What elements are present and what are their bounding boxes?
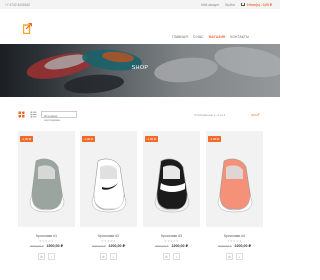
old-price: 3000,00 ₽	[217, 244, 232, 248]
search-icon: ⌕	[112, 254, 115, 259]
product-name[interactable]: Кроссовки #4	[206, 234, 263, 238]
cart-icon: ⊘	[165, 254, 168, 259]
cart-icon: ⊘	[228, 254, 231, 259]
sneaker-icon	[29, 158, 65, 213]
nav-contacts[interactable]: Контакты	[230, 35, 249, 39]
list-view-icon[interactable]	[30, 111, 37, 118]
cart-icon: ⊘	[40, 254, 43, 259]
sale-price: 2200,00 ₽	[171, 244, 189, 248]
chevron-down-icon[interactable]: ▾	[258, 112, 260, 116]
cart-icon	[240, 3, 245, 6]
nav-home[interactable]: Главная	[172, 35, 188, 39]
product-actions: ⊘ ⌕	[80, 253, 137, 260]
result-count: Отображение 1–4 из 4	[194, 113, 226, 117]
product-price: 3000,00 ₽ 2200,00 ₽	[143, 244, 200, 248]
product-card[interactable]: -1,00 ₽ Кроссовки #3 ★★★★★ 3000,00 ₽ 220…	[143, 131, 200, 271]
sale-badge: -1,00 ₽	[208, 136, 221, 142]
sale-price: 2200,00 ₽	[108, 244, 126, 248]
logout-link[interactable]: Выйти	[225, 3, 234, 7]
product-image[interactable]: -1,00 ₽	[18, 131, 75, 227]
product-name[interactable]: Кроссовки #1	[18, 234, 75, 238]
sale-badge: -1,00 ₽	[145, 136, 158, 142]
product-actions: ⊘ ⌕	[143, 253, 200, 260]
quick-view-button[interactable]: ⌕	[48, 253, 55, 260]
product-actions: ⊘ ⌕	[206, 253, 263, 260]
quick-view-button[interactable]: ⌕	[236, 253, 243, 260]
top-utility-bar: +7 4742 4446160 Мой аккаунт Выйти 0 item…	[0, 0, 280, 9]
sale-badge: -1,00 ₽	[82, 136, 95, 142]
quick-view-button[interactable]: ⌕	[173, 253, 180, 260]
shop-toolbar: Исходная сортировка Отображение 1–4 из 4…	[0, 108, 280, 124]
sort-select[interactable]: Исходная сортировка	[41, 111, 77, 122]
hero-banner: SHOP	[0, 44, 280, 97]
sneaker-icon	[217, 158, 253, 213]
top-links: Мой аккаунт Выйти 0 item(s) - 0,00 ₽	[201, 3, 272, 7]
grid-view-icon[interactable]	[18, 111, 25, 118]
product-price: 3000,00 ₽ 2200,00 ₽	[80, 244, 137, 248]
product-card[interactable]: -1,00 ₽ Кроссовки #2 ★★★★★ 3000,00 ₽ 220…	[80, 131, 137, 271]
hero-title: SHOP	[131, 65, 149, 71]
old-price: 3000,00 ₽	[29, 244, 44, 248]
sneaker-icon	[91, 158, 127, 213]
star-rating: ★★★★★	[227, 239, 242, 243]
star-rating: ★★★★★	[101, 239, 116, 243]
cart-total: 0 item(s) - 0,00 ₽	[246, 3, 272, 7]
product-price: 3000,00 ₽ 1500,00 ₽	[18, 244, 75, 248]
product-name[interactable]: Кроссовки #3	[143, 234, 200, 238]
search-icon: ⌕	[175, 254, 178, 259]
nav-about[interactable]: О нас	[193, 35, 204, 39]
add-to-cart-button[interactable]: ⊘	[226, 253, 233, 260]
phone-number: +7 4742 4446160	[5, 3, 30, 7]
product-price: 3000,00 ₽ 2200,00 ₽	[206, 244, 263, 248]
sneaker-icon	[154, 158, 190, 213]
logo-icon[interactable]	[23, 23, 32, 34]
sale-price: 2200,00 ₽	[234, 244, 252, 248]
product-image[interactable]: -1,00 ₽	[80, 131, 137, 227]
add-to-cart-button[interactable]: ⊘	[100, 253, 107, 260]
search-icon: ⌕	[50, 254, 53, 259]
cart-link[interactable]: 0 item(s) - 0,00 ₽	[240, 3, 272, 7]
search-icon: ⌕	[238, 254, 241, 259]
old-price: 3000,00 ₽	[91, 244, 106, 248]
site-header: Главная О нас Магазин Контакты	[0, 9, 280, 45]
product-card[interactable]: -1,00 ₽ Кроссовки #4 ★★★★★ 3000,00 ₽ 220…	[206, 131, 263, 271]
sale-badge: -1,00 ₽	[20, 136, 33, 142]
cart-icon: ⊘	[102, 254, 105, 259]
product-image[interactable]: -1,00 ₽	[206, 131, 263, 227]
add-to-cart-button[interactable]: ⊘	[38, 253, 45, 260]
my-account-link[interactable]: Мой аккаунт	[201, 3, 219, 7]
product-actions: ⊘ ⌕	[18, 253, 75, 260]
product-image[interactable]: -1,00 ₽	[143, 131, 200, 227]
star-rating: ★★★★★	[39, 239, 54, 243]
main-nav: Главная О нас Магазин Контакты	[172, 35, 249, 39]
add-to-cart-button[interactable]: ⊘	[163, 253, 170, 260]
old-price: 3000,00 ₽	[154, 244, 169, 248]
product-card[interactable]: -1,00 ₽ Кроссовки #1 ★★★★★ 3000,00 ₽ 150…	[18, 131, 75, 271]
quick-view-button[interactable]: ⌕	[110, 253, 117, 260]
sale-price: 1500,00 ₽	[46, 244, 64, 248]
product-name[interactable]: Кроссовки #2	[80, 234, 137, 238]
star-rating: ★★★★★	[164, 239, 179, 243]
nav-shop[interactable]: Магазин	[209, 35, 226, 39]
